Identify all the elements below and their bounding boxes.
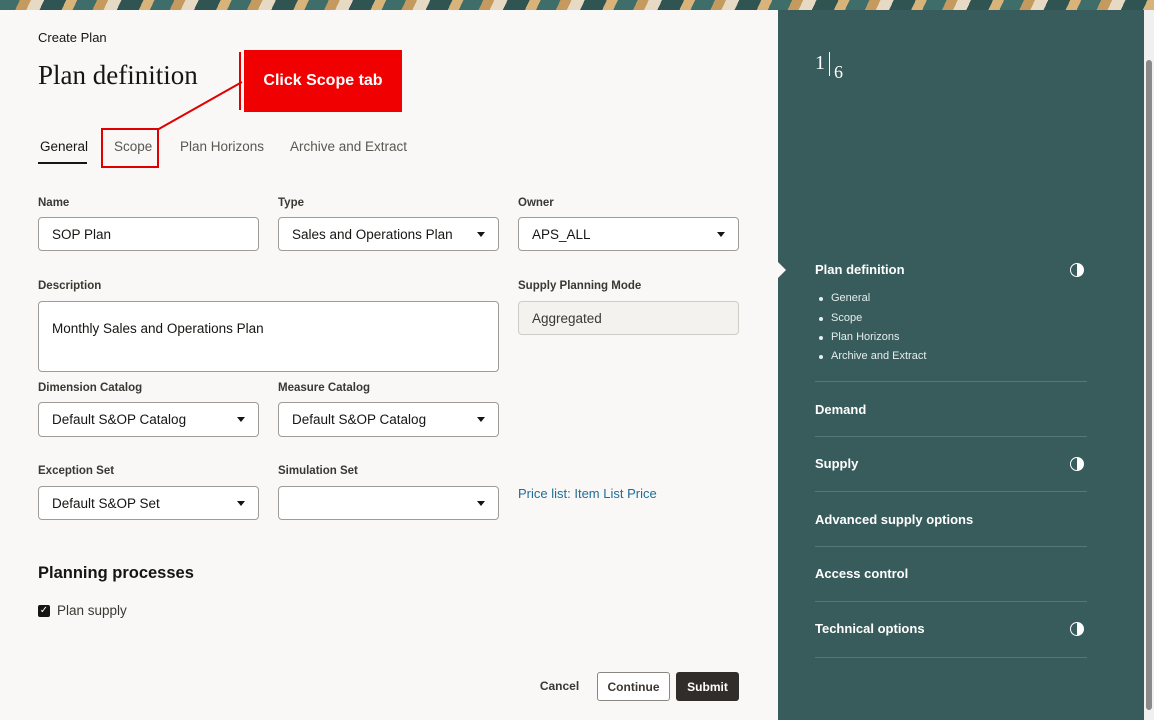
side-item-technical-options[interactable]: Technical options [815, 621, 925, 636]
chevron-down-icon [717, 231, 725, 237]
half-circle-icon [1070, 622, 1084, 636]
tab-archive-and-extract[interactable]: Archive and Extract [290, 139, 407, 154]
simulation-set-label: Simulation Set [278, 465, 358, 477]
owner-value: APS_ALL [532, 226, 591, 242]
chevron-down-icon [477, 500, 485, 506]
owner-label: Owner [518, 197, 554, 209]
scope-tab-highlight [101, 128, 159, 168]
measure-catalog-label: Measure Catalog [278, 382, 371, 394]
scrollbar-thumb[interactable] [1146, 60, 1152, 710]
divider [815, 546, 1087, 547]
divider [815, 657, 1087, 658]
type-value: Sales and Operations Plan [292, 226, 453, 242]
chevron-down-icon [237, 417, 245, 422]
side-subitem-scope[interactable]: Scope [819, 312, 862, 324]
step-current: 1 [815, 52, 825, 74]
name-value: SOP Plan [52, 226, 112, 242]
owner-select[interactable]: APS_ALL [518, 217, 739, 251]
supply-mode-field: Aggregated [518, 301, 739, 335]
divider [815, 491, 1087, 492]
exception-set-select[interactable]: Default S&OP Set [38, 486, 259, 520]
half-circle-icon [1070, 457, 1084, 471]
divider [815, 381, 1087, 382]
plan-supply-label: Plan supply [57, 603, 127, 618]
description-value: Monthly Sales and Operations Plan [52, 321, 264, 336]
chevron-down-icon [477, 417, 485, 422]
side-item-demand[interactable]: Demand [815, 402, 866, 417]
name-field[interactable]: SOP Plan [38, 217, 259, 251]
step-indicator: 16 [815, 52, 843, 82]
divider [815, 601, 1087, 602]
side-item-advanced-supply-options[interactable]: Advanced supply options [815, 512, 973, 527]
half-circle-icon [1070, 263, 1084, 277]
side-subitem-archive-and-extract[interactable]: Archive and Extract [819, 350, 926, 362]
dimension-catalog-label: Dimension Catalog [38, 382, 143, 394]
side-subitem-plan-horizons[interactable]: Plan Horizons [819, 331, 899, 343]
continue-button[interactable]: Continue [597, 672, 670, 701]
side-item-plan-definition[interactable]: Plan definition [815, 262, 905, 277]
active-step-pointer [778, 262, 786, 278]
planning-processes-heading: Planning processes [38, 564, 194, 582]
divider [815, 436, 1087, 437]
cancel-button[interactable]: Cancel [532, 672, 587, 700]
active-tab-indicator [38, 162, 87, 164]
supply-mode-value: Aggregated [532, 310, 602, 326]
chevron-down-icon [237, 500, 245, 506]
callout-connector [156, 52, 243, 131]
price-list-link[interactable]: Price list: Item List Price [518, 486, 657, 501]
dimension-catalog-value: Default S&OP Catalog [52, 412, 187, 427]
type-label: Type [278, 197, 304, 209]
plan-supply-checkbox[interactable]: ✓ [38, 605, 50, 617]
vertical-scrollbar[interactable] [1144, 10, 1154, 720]
exception-set-label: Exception Set [38, 465, 115, 477]
guided-steps-panel [778, 10, 1144, 720]
tab-plan-horizons[interactable]: Plan Horizons [180, 139, 264, 154]
type-select[interactable]: Sales and Operations Plan [278, 217, 499, 251]
supply-mode-label: Supply Planning Mode [518, 280, 642, 292]
step-total: 6 [834, 62, 843, 82]
measure-catalog-value: Default S&OP Catalog [292, 412, 427, 427]
name-label: Name [38, 197, 70, 209]
side-item-access-control[interactable]: Access control [815, 566, 908, 581]
checkmark-icon: ✓ [39, 605, 49, 616]
side-item-supply[interactable]: Supply [815, 456, 858, 471]
tab-general[interactable]: General [40, 139, 88, 154]
simulation-set-select[interactable] [278, 486, 499, 520]
measure-catalog-select[interactable]: Default S&OP Catalog [278, 402, 499, 437]
description-textarea[interactable]: Monthly Sales and Operations Plan [38, 301, 499, 372]
description-label: Description [38, 280, 102, 292]
exception-set-value: Default S&OP Set [52, 495, 160, 511]
side-subitem-general[interactable]: General [819, 292, 870, 304]
chevron-down-icon [477, 231, 485, 237]
dimension-catalog-select[interactable]: Default S&OP Catalog [38, 402, 259, 437]
submit-button[interactable]: Submit [676, 672, 739, 701]
